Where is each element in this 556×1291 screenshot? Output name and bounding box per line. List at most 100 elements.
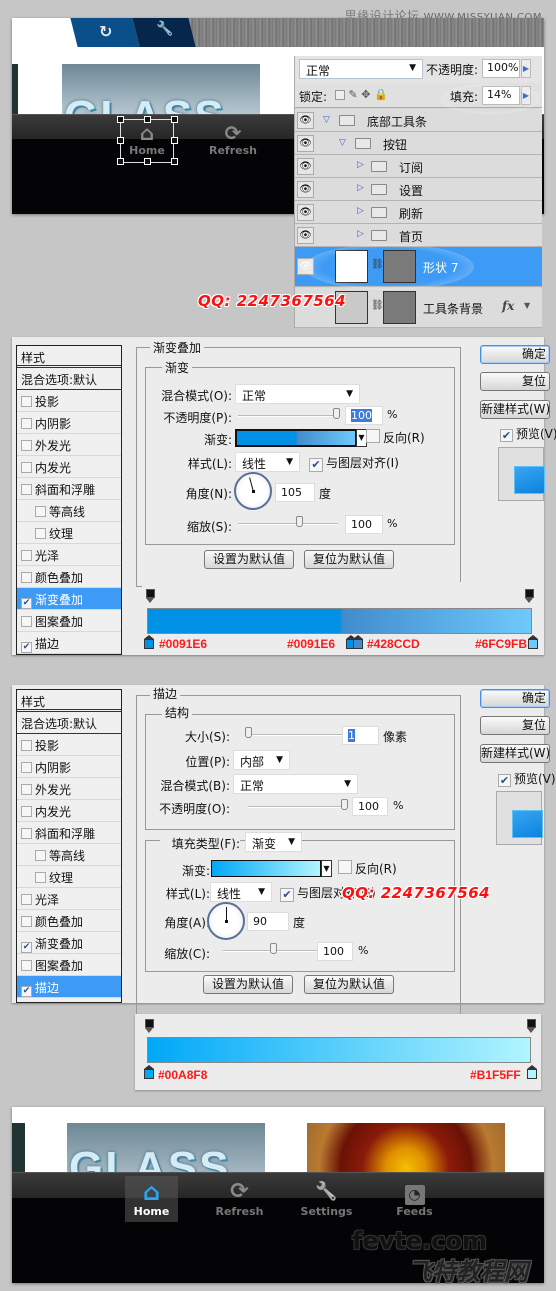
checkbox-checked[interactable]: ✔	[21, 986, 32, 997]
visibility-eye-icon[interactable]: 👁	[297, 135, 314, 152]
reset-button[interactable]: 复位	[480, 372, 550, 391]
new-style-button[interactable]: 新建样式(W)...	[480, 744, 550, 763]
style-item-outer-glow[interactable]: 外发光	[17, 434, 121, 456]
scale-slider[interactable]	[238, 523, 338, 525]
reverse-checkbox-wrap[interactable]: 反向(R)	[338, 860, 397, 877]
opacity-input[interactable]: 100	[352, 797, 388, 816]
refresh-button[interactable]: ⟳ Refresh	[212, 1179, 267, 1218]
checkbox[interactable]	[35, 872, 46, 883]
style-list-title[interactable]: 样式	[17, 690, 121, 712]
style-item-contour[interactable]: 等高线	[17, 844, 121, 866]
color-stop[interactable]	[528, 635, 538, 649]
style-item-satin[interactable]: 光泽	[17, 544, 121, 566]
style-list-title[interactable]: 样式	[17, 346, 121, 368]
transform-handle[interactable]	[171, 158, 178, 165]
fx-icon[interactable]: fx	[502, 299, 514, 313]
visibility-eye-icon[interactable]: 👁	[297, 204, 314, 221]
style-item-gradient-overlay[interactable]: ✔ 渐变叠加	[17, 588, 121, 610]
lock-transparency-icon[interactable]	[335, 90, 345, 100]
checkbox[interactable]	[21, 462, 32, 473]
checkbox-checked[interactable]: ✔	[21, 642, 32, 653]
new-style-button[interactable]: 新建样式(W)...	[480, 400, 550, 419]
checkbox-checked[interactable]: ✔	[21, 942, 32, 953]
collapse-triangle-icon[interactable]: ▷	[357, 160, 364, 170]
checkbox[interactable]	[21, 550, 32, 561]
angle-input[interactable]: 105	[275, 483, 315, 502]
opacity-stop[interactable]	[525, 589, 534, 603]
opacity-slider-knob[interactable]	[333, 408, 340, 419]
layer-row[interactable]: 👁 ▽ 按钮	[295, 132, 542, 155]
transform-handle[interactable]	[171, 137, 178, 144]
reset-default-button[interactable]: 复位为默认值	[304, 975, 394, 994]
checkbox[interactable]	[21, 784, 32, 795]
align-layer-checkbox[interactable]: ✔	[280, 888, 294, 902]
checkbox[interactable]	[35, 506, 46, 517]
checkbox[interactable]	[21, 440, 32, 451]
style-item-stroke[interactable]: ✔ 描边	[17, 976, 121, 998]
scale-input[interactable]: 100	[317, 942, 353, 961]
opacity-slider[interactable]	[248, 806, 348, 808]
gradient-bar[interactable]	[147, 608, 532, 634]
transform-handle[interactable]	[117, 137, 124, 144]
style-select[interactable]: 线性 ▼	[235, 452, 300, 472]
opacity-input[interactable]: 100%	[482, 59, 520, 78]
ok-button[interactable]: 确定	[480, 345, 550, 364]
reverse-checkbox-wrap[interactable]: 反向(R)	[366, 429, 425, 446]
checkbox[interactable]	[21, 806, 32, 817]
visibility-eye-icon[interactable]: 👁	[297, 158, 314, 175]
checkbox[interactable]	[35, 528, 46, 539]
transform-handle[interactable]	[144, 158, 151, 165]
opacity-slider[interactable]	[238, 415, 338, 417]
opacity-input[interactable]: 100	[345, 406, 383, 425]
transform-box[interactable]	[120, 119, 174, 163]
reset-button[interactable]: 复位	[480, 716, 550, 735]
blend-options-item[interactable]: 混合选项:默认	[17, 712, 121, 734]
reset-default-button[interactable]: 复位为默认值	[304, 550, 394, 569]
opacity-stop[interactable]	[527, 1019, 536, 1033]
opacity-slider-arrow[interactable]: ▶	[521, 59, 531, 78]
style-item-pattern-overlay[interactable]: 图案叠加	[17, 610, 121, 632]
blend-mode-select[interactable]: 正常 ▼	[235, 384, 360, 404]
style-item-color-overlay[interactable]: 颜色叠加	[17, 910, 121, 932]
color-stop[interactable]	[353, 635, 363, 649]
set-default-button[interactable]: 设置为默认值	[204, 550, 294, 569]
style-item-contour[interactable]: 等高线	[17, 500, 121, 522]
style-item-inner-shadow[interactable]: 内阴影	[17, 412, 121, 434]
expand-triangle-icon[interactable]: ▽	[339, 138, 346, 148]
layer-row[interactable]: 👁 ▷ 首页	[295, 224, 542, 247]
layer-row[interactable]: 👁 ▷ 刷新	[295, 201, 542, 224]
checkbox[interactable]	[21, 484, 32, 495]
visibility-eye-icon[interactable]: 👁	[297, 181, 314, 198]
collapse-triangle-icon[interactable]: ▷	[357, 229, 364, 239]
visibility-eye-icon[interactable]: 👁	[297, 227, 314, 244]
transform-handle[interactable]	[171, 116, 178, 123]
opacity-stop[interactable]	[145, 1019, 154, 1033]
preview-checkbox-wrap[interactable]: ✔ 预览(V)	[498, 770, 556, 787]
opacity-slider-knob[interactable]	[341, 799, 348, 810]
blend-mode-select[interactable]: 正常 ▼	[299, 59, 423, 79]
position-select[interactable]: 内部 ▼	[233, 750, 290, 770]
style-item-satin[interactable]: 光泽	[17, 888, 121, 910]
color-stop[interactable]	[144, 1065, 154, 1079]
style-item-inner-glow[interactable]: 内发光	[17, 800, 121, 822]
checkbox[interactable]	[21, 572, 32, 583]
brush-icon[interactable]: ✎	[349, 88, 358, 101]
style-item-bevel-emboss[interactable]: 斜面和浮雕	[17, 478, 121, 500]
size-slider-knob[interactable]	[245, 727, 252, 738]
style-select[interactable]: 线性 ▼	[210, 882, 272, 902]
style-item-bevel-emboss[interactable]: 斜面和浮雕	[17, 822, 121, 844]
style-item-pattern-overlay[interactable]: 图案叠加	[17, 954, 121, 976]
feeds-button[interactable]: ◔ Feeds	[387, 1179, 442, 1218]
collapse-triangle-icon[interactable]: ▷	[357, 206, 364, 216]
color-stop[interactable]	[527, 1065, 537, 1079]
checkbox[interactable]	[21, 616, 32, 627]
style-item-drop-shadow[interactable]: 投影	[17, 390, 121, 412]
align-layer-wrap[interactable]: ✔ 与图层对齐(I)	[309, 454, 399, 472]
checkbox[interactable]	[21, 396, 32, 407]
collapse-triangle-icon[interactable]: ▷	[357, 183, 364, 193]
gradient-bar[interactable]	[147, 1037, 531, 1063]
gradient-dropdown-icon[interactable]: ▼	[321, 860, 332, 877]
preview-checkbox[interactable]: ✔	[498, 774, 511, 787]
size-slider[interactable]	[248, 734, 343, 736]
angle-dial[interactable]	[234, 472, 272, 510]
